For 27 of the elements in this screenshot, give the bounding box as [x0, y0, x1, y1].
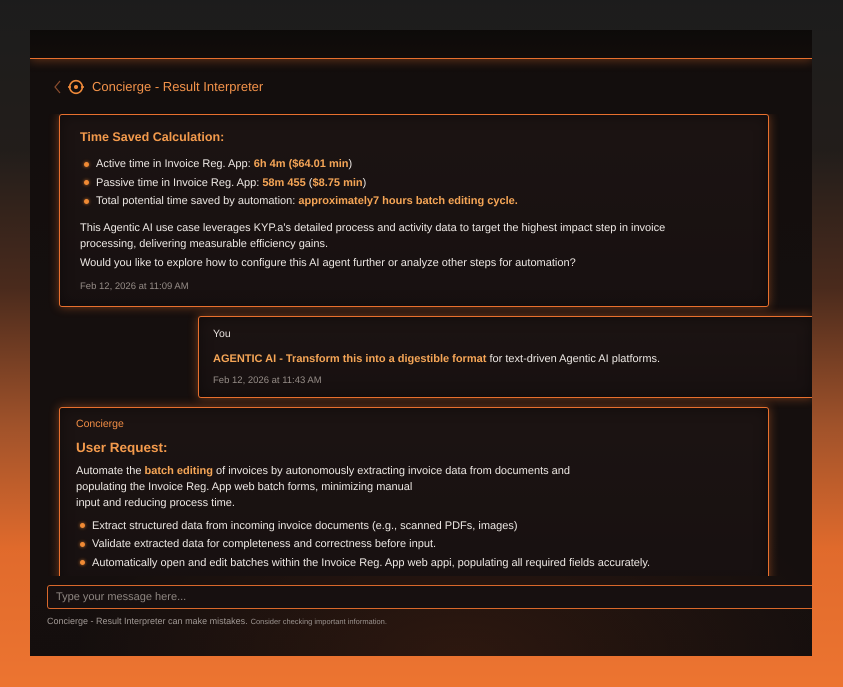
bullet-icon — [80, 560, 85, 566]
bullet-icon — [84, 180, 89, 186]
bullet-text: Validate extracted data for completeness and correctness before input. — [92, 537, 436, 552]
bullet-text: Passive time in Invoice Reg. App: 58m 455 ($8.75 min) — [96, 176, 366, 190]
back-icon[interactable] — [54, 80, 61, 94]
message-heading: User Request: — [76, 438, 169, 456]
sender-name: Concierge — [76, 416, 125, 430]
disclaimer-text: Concierge - Result Interpreter can make mistakes. — [47, 615, 248, 627]
message-text: This Agentic AI use case leverages KYP.a's detailed process and activity data to target the highest impact step in invoice processing, delivering measurable efficiency gains. — [80, 220, 666, 252]
message-text: Automate the batch editing of invoices by autonomously extracting invoice data from documents and populating the Invoice Reg. App web batch forms, minimizing manual input and reducing process time. — [76, 464, 572, 510]
bullet-icon — [84, 198, 89, 204]
message-heading: Time Saved Calculation: — [80, 129, 226, 146]
bullet-text: Active time in Invoice Reg. App: 6h 4m ($64.01 min) — [96, 157, 352, 172]
bullet-icon — [80, 542, 85, 547]
message-text: AGENTIC AI - Transform this into a digestible format for text-driven Agentic AI platforms. — [213, 352, 662, 366]
bullet-icon — [80, 523, 85, 528]
message-timestamp: Feb 12, 2026 at 11:43 AM — [213, 374, 323, 388]
bullet-text: Total potential time saved by automation: approximately7 hours batch editing cycle. — [96, 194, 518, 209]
bullet-text: Extract structured data from incoming invoice documents (e.g., scanned PDFs, images) — [92, 518, 518, 534]
target-icon — [68, 78, 84, 94]
sender-name: You — [213, 326, 232, 340]
message-input[interactable]: Type your message here... — [47, 585, 812, 609]
message-timestamp: Feb 12, 2026 at 11:09 AM — [80, 280, 190, 294]
app-title: Concierge - Result Interpreter — [92, 78, 264, 96]
bullet-icon — [84, 162, 89, 167]
bullet-text: Automatically open and edit batches within the Invoice Reg. App web appi, populating all required fields accurately. — [92, 556, 650, 570]
message-text: Would you like to explore how to configure this AI agent further or analyze other steps for automation? — [80, 256, 577, 270]
